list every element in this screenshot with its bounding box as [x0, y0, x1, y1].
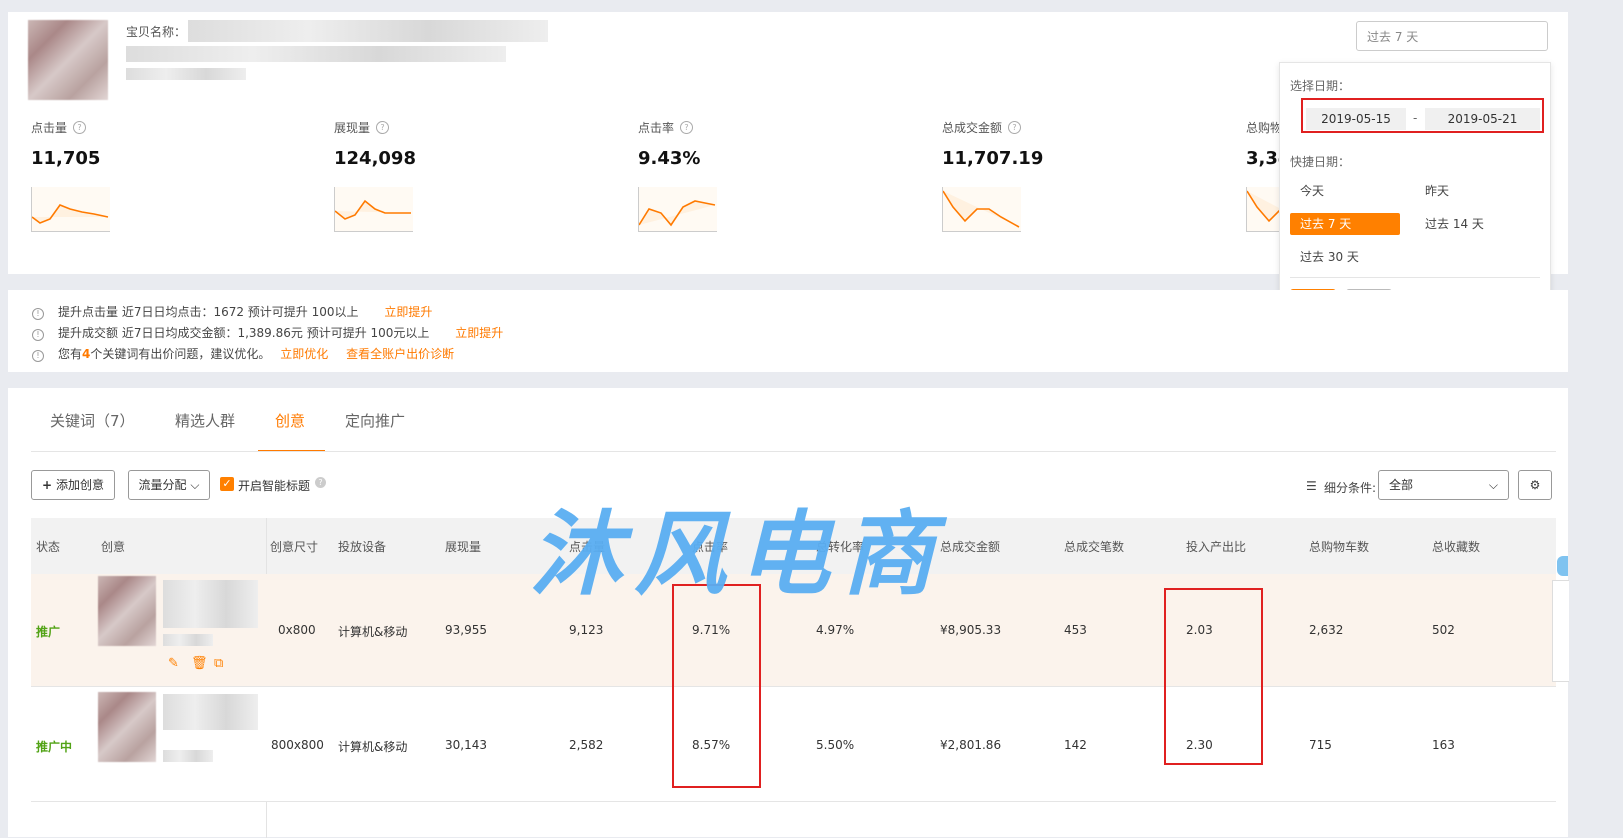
- info-icon: !: [32, 329, 44, 341]
- help-icon: ?: [1008, 121, 1022, 134]
- creative-thumbnail[interactable]: [98, 576, 156, 646]
- settings-button[interactable]: ⚙: [1518, 470, 1552, 500]
- blurred-text: [163, 694, 258, 730]
- plus-icon: +: [42, 478, 53, 492]
- header-size[interactable]: 创意尺寸: [270, 538, 318, 555]
- blurred-text: [163, 750, 213, 762]
- quick-option-yesterday[interactable]: 昨天: [1415, 180, 1525, 202]
- tip-keywords: ! 您有4个关键词有出价问题，建议优化。 立即优化 查看全账户出价诊断: [32, 345, 454, 362]
- status-badge: 推广: [36, 625, 61, 639]
- quick-option-today[interactable]: 今天: [1290, 180, 1400, 202]
- diagnose-link[interactable]: 查看全账户出价诊断: [346, 347, 454, 361]
- product-name-label: 宝贝名称：: [126, 25, 187, 39]
- highlight-box-ctr: [672, 584, 761, 788]
- tab-crowd[interactable]: 精选人群: [175, 410, 235, 431]
- header-gmv[interactable]: 总成交金额: [940, 538, 1000, 555]
- blurred-text: [126, 68, 246, 80]
- metric-ctr: 点击率? 9.43%: [638, 117, 928, 236]
- improve-link[interactable]: 立即提升: [384, 305, 432, 319]
- divider: [1290, 277, 1540, 278]
- header-cart[interactable]: 总购物车数: [1309, 538, 1369, 555]
- smart-title-checkbox[interactable]: ✓: [220, 477, 234, 491]
- header-fav[interactable]: 总收藏数: [1432, 538, 1480, 555]
- date-range-select[interactable]: 过去 7 天: [1356, 21, 1548, 51]
- quick-option-30days[interactable]: 过去 30 天: [1290, 246, 1400, 268]
- traffic-allocation-dropdown[interactable]: 流量分配 ⌵: [128, 470, 210, 500]
- tab-targeting[interactable]: 定向推广: [345, 410, 405, 431]
- status-badge: 推广中: [36, 740, 73, 754]
- tabs-divider: [31, 451, 1556, 452]
- help-icon: ?: [376, 121, 390, 134]
- header-impressions[interactable]: 展现量: [445, 538, 481, 555]
- assistant-icon[interactable]: [1557, 556, 1568, 576]
- blurred-text: [163, 580, 258, 628]
- watermark: 沐风电商: [530, 500, 947, 608]
- improve-link[interactable]: 立即提升: [455, 326, 503, 340]
- info-icon: !: [32, 350, 44, 362]
- metric-gmv: 总成交金额? 11,707.19: [942, 117, 1232, 236]
- filter-label: 细分条件:: [1324, 481, 1377, 495]
- quick-date-label: 快捷日期：: [1290, 155, 1351, 169]
- sparkline-clicks: [31, 187, 110, 232]
- info-icon: !: [32, 308, 44, 320]
- side-toolbar[interactable]: [1552, 580, 1569, 682]
- header-roi[interactable]: 投入产出比: [1186, 538, 1246, 555]
- help-icon: ?: [73, 121, 87, 134]
- list-icon: ☰: [1306, 479, 1317, 493]
- product-thumbnail[interactable]: [28, 20, 108, 100]
- creative-thumbnail[interactable]: [98, 692, 156, 762]
- tab-creative[interactable]: 创意: [275, 410, 305, 431]
- optimize-link[interactable]: 立即优化: [280, 347, 328, 361]
- blurred-text: [126, 46, 506, 62]
- edit-icon[interactable]: ✎: [168, 656, 179, 671]
- chevron-down-icon: ⌵: [1488, 478, 1498, 492]
- highlight-box-roi: [1164, 588, 1263, 765]
- sparkline-ctr: [638, 187, 717, 232]
- copy-icon[interactable]: ⧉: [214, 656, 223, 671]
- header-creative: 创意: [101, 540, 126, 554]
- sparkline-impressions: [334, 187, 413, 232]
- date-picker-dropdown: 选择日期： 2019-05-15 - 2019-05-21 快捷日期： 今天 昨…: [1279, 62, 1551, 327]
- delete-icon[interactable]: 🗑: [191, 656, 208, 671]
- quick-option-14days[interactable]: 过去 14 天: [1415, 213, 1525, 235]
- gear-icon: ⚙: [1529, 478, 1541, 492]
- header-status: 状态: [36, 540, 61, 554]
- tip-clicks: ! 提升点击量 近7日日均点击：1672 预计可提升 100以上 立即提升: [32, 303, 432, 320]
- quick-option-7days[interactable]: 过去 7 天: [1290, 213, 1400, 235]
- select-date-label: 选择日期：: [1290, 79, 1351, 93]
- tip-gmv: ! 提升成交额 近7日日均成交金额：1,389.86元 预计可提升 100元以上 …: [32, 324, 503, 341]
- metric-impressions: 展现量? 124,098: [334, 117, 624, 236]
- sparkline-gmv: [942, 187, 1021, 232]
- header-orders[interactable]: 总成交笔数: [1064, 538, 1124, 555]
- help-icon: ?: [315, 477, 326, 488]
- help-icon: ?: [680, 121, 694, 134]
- smart-title-label: 开启智能标题: [238, 479, 311, 493]
- blurred-text: [163, 634, 213, 646]
- highlight-box: [1301, 98, 1544, 133]
- chevron-down-icon: ⌵: [190, 478, 200, 492]
- product-name-blurred: [188, 20, 548, 42]
- filter-select[interactable]: 全部 ⌵: [1378, 470, 1509, 500]
- metric-clicks: 点击量? 11,705: [31, 117, 321, 236]
- tips-card: ! 提升点击量 近7日日均点击：1672 预计可提升 100以上 立即提升 ! 提升…: [8, 290, 1568, 372]
- header-device[interactable]: 投放设备: [338, 538, 386, 555]
- tab-keywords[interactable]: 关键词（7）: [50, 410, 135, 431]
- add-creative-button[interactable]: + 添加创意: [31, 470, 115, 500]
